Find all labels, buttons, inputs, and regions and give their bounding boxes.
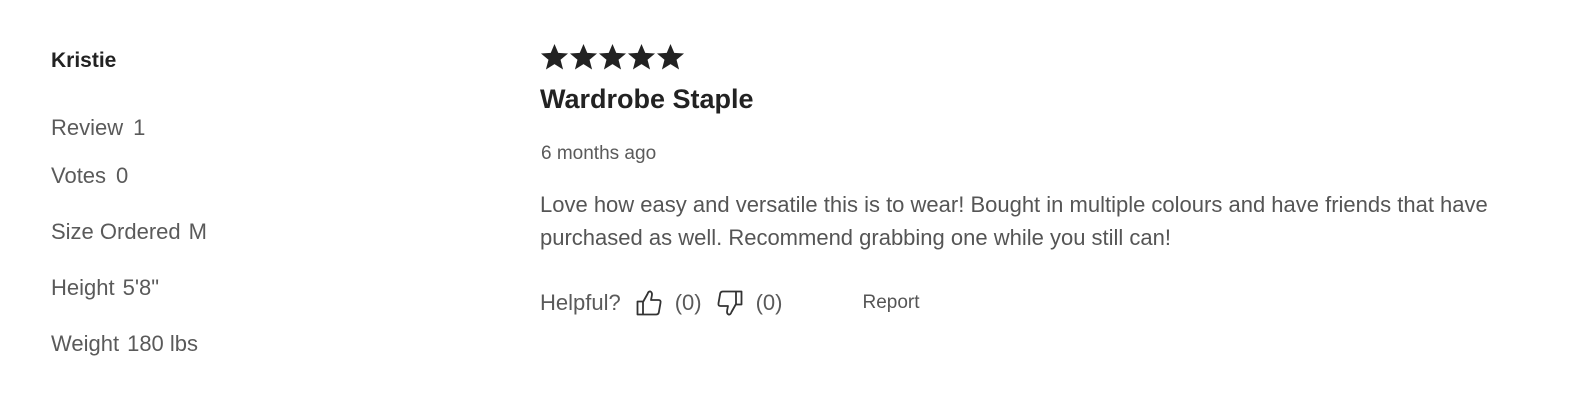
- helpful-yes-button[interactable]: [635, 288, 663, 318]
- review-title: Wardrobe Staple: [540, 84, 754, 114]
- stat-value: 1: [133, 115, 146, 140]
- stat-value: 180 lbs: [127, 331, 199, 356]
- stat-label: Votes: [51, 163, 107, 188]
- helpful-label: Helpful?: [540, 290, 621, 315]
- stat-height: Height 5'8": [51, 275, 159, 301]
- star-rating: [540, 42, 685, 72]
- star-icon: [656, 43, 685, 70]
- stat-votes: Votes 0: [51, 163, 128, 189]
- stat-weight: Weight 180 lbs: [51, 331, 198, 357]
- stat-value: 0: [116, 163, 129, 188]
- stat-value: 5'8": [122, 275, 160, 300]
- stat-value: M: [188, 219, 207, 244]
- stat-label: Height: [51, 275, 115, 300]
- review-card: Kristie Review 1 Votes 0 Size Ordered M Hei…: [0, 0, 1572, 400]
- stat-size-ordered: Size Ordered M: [51, 219, 207, 245]
- stat-review-count: Review 1: [51, 115, 145, 141]
- reviewer-name: Kristie: [51, 49, 117, 72]
- thumbs-up-icon: [635, 288, 663, 318]
- thumbs-down-icon: [716, 288, 744, 318]
- star-icon: [627, 43, 656, 70]
- stat-label: Weight: [51, 331, 120, 356]
- stat-label: Size Ordered: [51, 219, 181, 244]
- report-link[interactable]: Report: [863, 292, 920, 314]
- star-icon: [598, 43, 627, 70]
- star-icon: [540, 43, 569, 70]
- stat-label: Review: [51, 115, 124, 140]
- helpful-yes-count: (0): [674, 290, 702, 315]
- helpful-no-button[interactable]: [716, 288, 744, 318]
- helpful-row: Helpful? (0) (0) Report: [540, 286, 920, 320]
- star-icon: [569, 43, 598, 70]
- review-text: Love how easy and versatile this is to w…: [540, 192, 1488, 250]
- helpful-no-count: (0): [755, 290, 783, 315]
- review-date: 6 months ago: [541, 143, 657, 164]
